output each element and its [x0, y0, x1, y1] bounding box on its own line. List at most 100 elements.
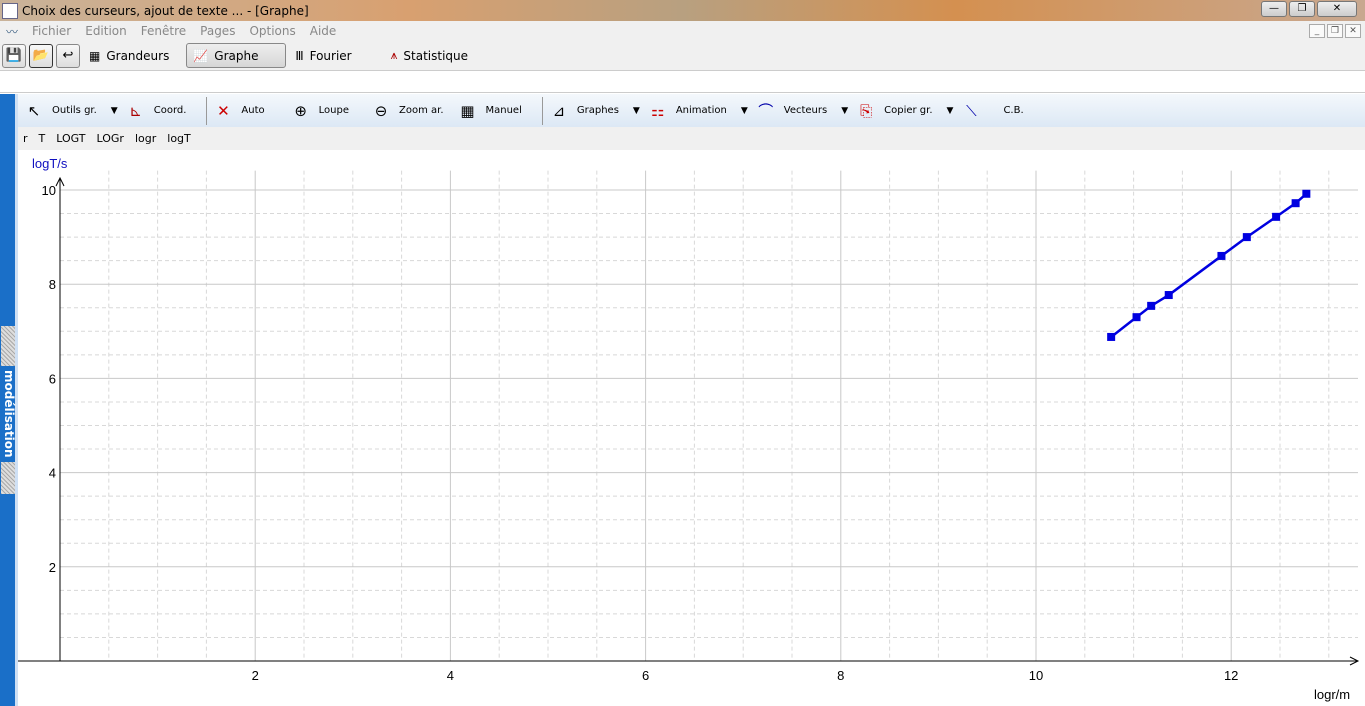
coord-button[interactable]: ⊾ Coord. — [126, 97, 201, 125]
window-title: Choix des curseurs, ajout de texte ... -… — [22, 3, 309, 18]
data-point[interactable] — [1291, 199, 1300, 208]
tab-grandeurs[interactable]: ▦ Grandeurs — [83, 43, 175, 68]
menu-aide[interactable]: Aide — [310, 24, 337, 38]
outils-button[interactable]: ↖ Outils gr. — [24, 97, 111, 125]
app-icon — [2, 2, 18, 19]
data-point[interactable] — [1107, 332, 1116, 341]
axes-icon: ⊾ — [129, 101, 142, 120]
auto-button[interactable]: ✕ Auto — [213, 97, 290, 125]
data-point[interactable] — [1302, 189, 1311, 198]
tab-fourier[interactable]: Ⅲ Fourier — [289, 43, 357, 68]
label: Auto — [241, 105, 265, 116]
sidebar-grip[interactable] — [1, 462, 15, 494]
label: Zoom ar. — [398, 105, 444, 116]
main-toolbar: 💾 📂 ↩ ▦ Grandeurs 📈 Graphe Ⅲ Fourier ⩚ Stati… — [0, 41, 1365, 70]
open-button[interactable]: 📂 — [29, 43, 53, 68]
y-tick-label: 6 — [49, 371, 56, 386]
folder-icon: 📂 — [32, 47, 50, 63]
menu-fichier[interactable]: Fichier — [32, 24, 71, 38]
data-point[interactable] — [1217, 251, 1226, 260]
x-tick-label: 6 — [642, 668, 649, 683]
floppy-icon: 💾 — [5, 47, 23, 63]
x-tick-label: 4 — [447, 668, 454, 683]
animation-button[interactable]: ⚏ Animation — [648, 97, 741, 125]
table-icon: ▦ — [89, 48, 101, 63]
label: C.B. — [1003, 105, 1024, 116]
variable-logr[interactable]: logr — [135, 132, 156, 145]
histogram-icon: ⩚ — [390, 48, 398, 62]
sidebar-grip[interactable] — [1, 326, 15, 366]
chart-menu-icon[interactable]: 〰 — [6, 23, 18, 40]
tangent-icon: ⟍ — [966, 101, 977, 120]
label: Vecteurs — [783, 105, 828, 116]
animation-icon: ⚏ — [651, 101, 665, 120]
variable-logT[interactable]: logT — [167, 132, 191, 145]
tab-statistique[interactable]: ⩚ Statistique — [385, 43, 474, 68]
minimize-button[interactable]: — — [1261, 1, 1287, 17]
data-point[interactable] — [1132, 313, 1141, 322]
x-tick-label: 8 — [837, 668, 844, 683]
variable-LOGr[interactable]: LOGr — [97, 132, 124, 145]
y-tick-label: 10 — [42, 183, 56, 198]
separator — [541, 96, 543, 125]
variable-T[interactable]: T — [39, 132, 46, 145]
mdi-minimize-button[interactable]: _ — [1309, 24, 1325, 38]
title-bar: Choix des curseurs, ajout de texte ... -… — [0, 0, 1365, 21]
label: Loupe — [318, 105, 349, 116]
separator — [206, 96, 208, 125]
copier-dropdown[interactable]: ▼ — [947, 106, 954, 116]
menu-fenetre[interactable]: Fenêtre — [141, 24, 186, 38]
spectrum-icon: Ⅲ — [295, 48, 304, 63]
label: Coord. — [153, 105, 187, 116]
manuel-button[interactable]: ▦ Manuel — [458, 97, 536, 125]
tab-label: Fourier — [309, 48, 352, 63]
y-tick-label: 8 — [49, 277, 56, 292]
zoom-in-icon: ⊕ — [294, 101, 307, 120]
menu-options[interactable]: Options — [249, 24, 295, 38]
mdi-restore-button[interactable]: ❐ — [1327, 24, 1343, 38]
data-point[interactable] — [1147, 301, 1156, 310]
data-point[interactable] — [1242, 233, 1251, 242]
label: Animation — [675, 105, 727, 116]
graphes-button[interactable]: ⊿ Graphes — [549, 97, 633, 125]
close-button[interactable]: ✕ — [1317, 1, 1357, 17]
outils-dropdown[interactable]: ▼ — [111, 106, 118, 116]
menu-bar: 〰 Fichier Edition Fenêtre Pages Options … — [0, 21, 1365, 41]
tab-modelisation[interactable]: modélisation — [0, 366, 18, 461]
copier-button[interactable]: ⎘ Copier gr. — [856, 97, 946, 125]
variable-LOGT[interactable]: LOGT — [56, 132, 85, 145]
graphes-dropdown[interactable]: ▼ — [633, 106, 640, 116]
hand-grid-icon: ▦ — [460, 101, 475, 120]
graphs-icon: ⊿ — [552, 101, 566, 120]
tab-label: Grandeurs — [106, 48, 170, 63]
mdi-close-button[interactable]: ✕ — [1345, 24, 1361, 38]
graph-toolbar: ↖ Outils gr. ▼ ⊾ Coord. ✕ Auto ⊕ Loupe ⊖ Zoom… — [18, 94, 1365, 127]
label: Graphes — [576, 105, 619, 116]
graph-icon: 📈 — [193, 48, 209, 63]
animation-dropdown[interactable]: ▼ — [741, 106, 748, 116]
return-arrow-icon: ↩ — [62, 47, 74, 63]
x-tick-label: 10 — [1029, 668, 1043, 683]
variable-r[interactable]: r — [23, 132, 28, 145]
graph-plot[interactable]: 2 4 6 8 10 12 2 4 6 8 10 logT/s logr/m — [18, 150, 1365, 706]
undo-button[interactable]: ↩ — [56, 43, 80, 68]
y-tick-label: 2 — [49, 560, 56, 575]
vecteurs-button[interactable]: ⌒ Vecteurs — [756, 97, 841, 125]
auto-zoom-icon: ✕ — [217, 101, 230, 120]
expression-field[interactable] — [0, 70, 1365, 93]
maximize-button[interactable]: ❐ — [1289, 1, 1315, 17]
cb-button[interactable]: ⟍ C.B. — [961, 97, 1037, 125]
data-point[interactable] — [1164, 291, 1173, 300]
tab-label: Statistique — [403, 48, 469, 63]
zoom-out-icon: ⊖ — [374, 101, 388, 120]
copy-graph-icon: ⎘ — [860, 101, 873, 120]
tab-graphe[interactable]: 📈 Graphe — [186, 43, 287, 68]
data-point[interactable] — [1272, 212, 1281, 221]
save-button[interactable]: 💾 — [2, 43, 26, 68]
loupe-button[interactable]: ⊕ Loupe — [291, 97, 371, 125]
menu-edition[interactable]: Edition — [85, 24, 127, 38]
x-axis-label: logr/m — [1314, 687, 1350, 702]
vecteurs-dropdown[interactable]: ▼ — [841, 106, 848, 116]
menu-pages[interactable]: Pages — [200, 24, 235, 38]
zoom-out-button[interactable]: ⊖ Zoom ar. — [371, 97, 458, 125]
